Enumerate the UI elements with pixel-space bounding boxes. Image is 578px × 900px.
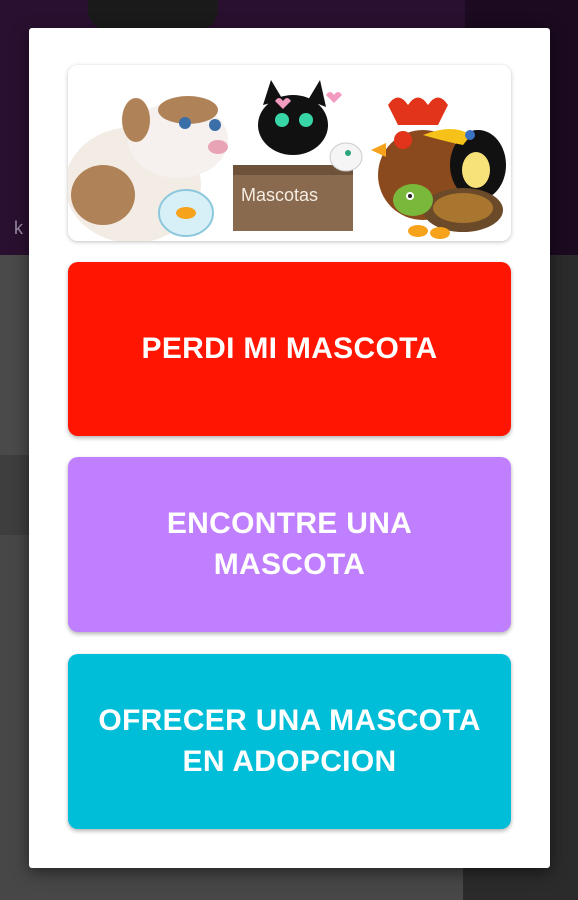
background-text: k — [14, 218, 23, 238]
pets-illustration-icon: Mascotas — [68, 65, 511, 241]
background-avatar — [88, 0, 218, 30]
found-pet-button[interactable]: ENCONTRE UNA MASCOTA — [68, 457, 511, 632]
found-pet-button-label-line2: MASCOTA — [213, 547, 366, 581]
offer-adoption-button-label-line2: EN ADOPCION — [182, 744, 397, 778]
pets-banner-image: Mascotas — [68, 65, 511, 241]
offer-adoption-button-label-line1: OFRECER UNA MASCOTA — [98, 704, 481, 737]
banner-label: Mascotas — [241, 185, 318, 205]
offer-adoption-button[interactable]: OFRECER UNA MASCOTA EN ADOPCION — [68, 654, 511, 829]
pet-options-dialog: Mascotas PERDI MI MASCOTA ENCONTRE UNA M… — [29, 28, 550, 868]
found-pet-button-label-line1: ENCONTRE UNA — [166, 507, 413, 540]
lost-pet-button[interactable]: PERDI MI MASCOTA — [68, 262, 511, 436]
lost-pet-button-label: PERDI MI MASCOTA — [141, 331, 438, 365]
